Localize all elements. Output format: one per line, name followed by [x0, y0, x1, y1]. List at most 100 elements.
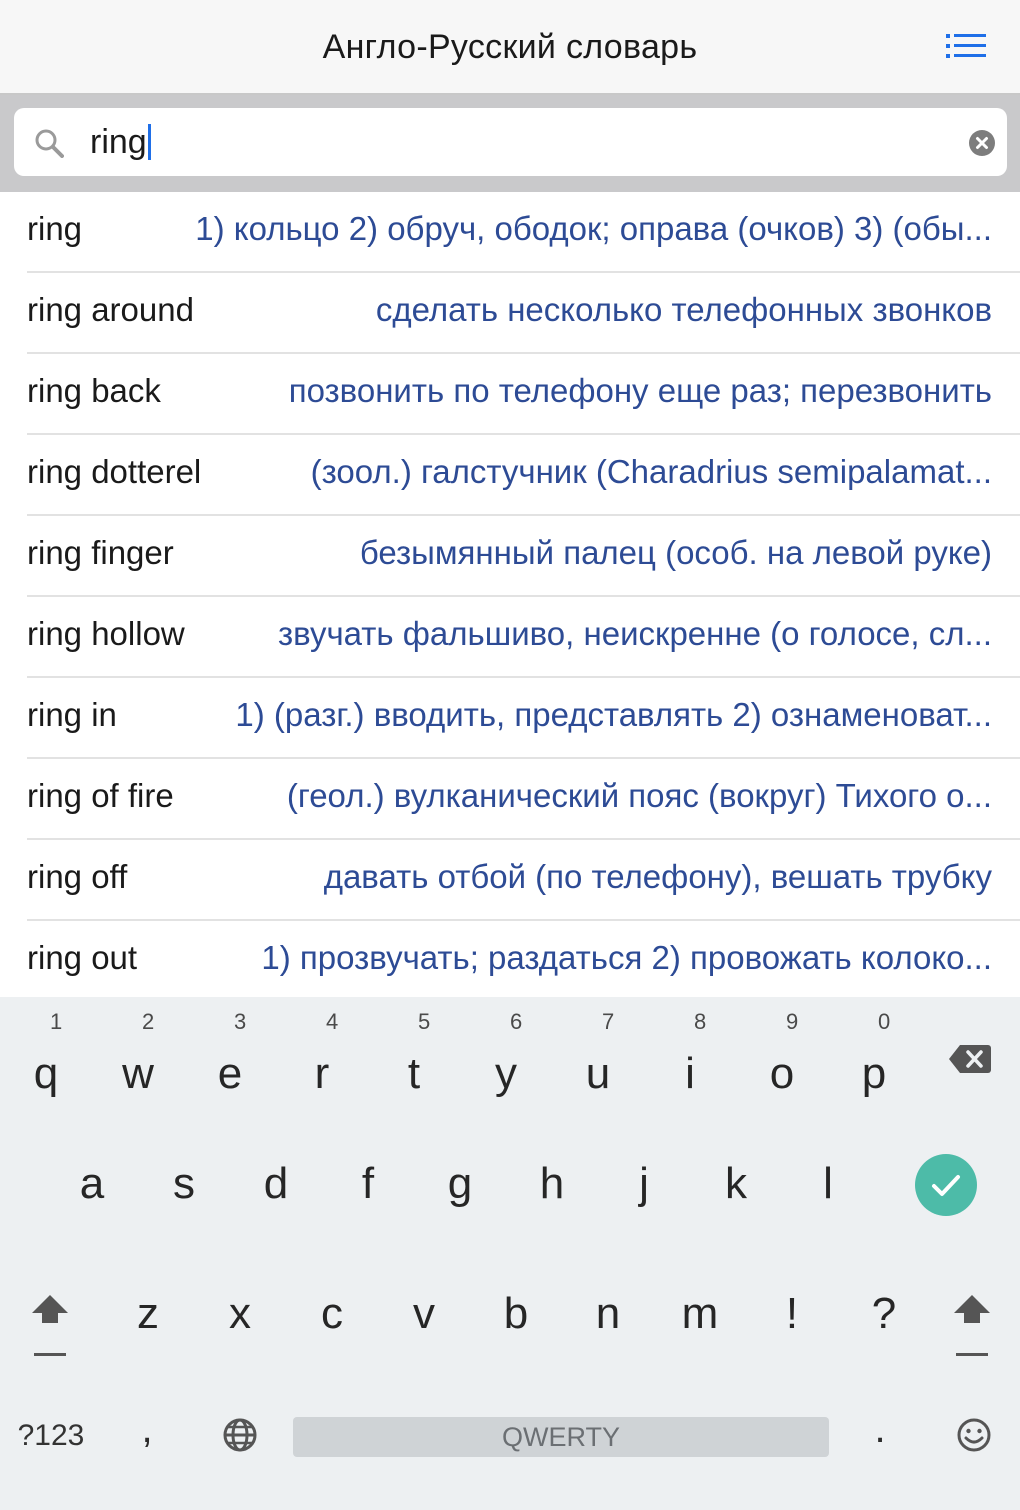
- key-label: s: [173, 1159, 195, 1208]
- list-item[interactable]: ring finger безымянный палец (особ. на л…: [0, 516, 1020, 597]
- key-k[interactable]: k: [690, 1159, 782, 1219]
- search-bar: ring: [0, 95, 1020, 192]
- key-b[interactable]: b: [470, 1289, 562, 1349]
- key-hint: 6: [510, 1009, 523, 1034]
- key-period[interactable]: .: [850, 1407, 910, 1467]
- key-m[interactable]: m: [654, 1289, 746, 1349]
- key-label: w: [122, 1049, 154, 1098]
- list-item[interactable]: ring dotterel (зоол.) галстучник (Charad…: [0, 435, 1020, 516]
- key-i[interactable]: 8i: [644, 1009, 736, 1109]
- search-input[interactable]: ring: [14, 108, 1007, 176]
- key-q[interactable]: 1q: [0, 1009, 92, 1109]
- key-e[interactable]: 3e: [184, 1009, 276, 1109]
- key-u[interactable]: 7u: [552, 1009, 644, 1109]
- key-label: l: [823, 1159, 833, 1208]
- key-r[interactable]: 4r: [276, 1009, 368, 1109]
- key-w[interactable]: 2w: [92, 1009, 184, 1109]
- key-y[interactable]: 6y: [460, 1009, 552, 1109]
- key-label: g: [447, 1159, 473, 1208]
- key-t[interactable]: 5t: [368, 1009, 460, 1109]
- shift-icon[interactable]: [932, 1287, 1012, 1367]
- symbols-key[interactable]: ?123: [6, 1419, 96, 1459]
- key-hint: 4: [326, 1009, 339, 1034]
- entry-word: ring finger: [27, 534, 174, 571]
- key-label: c: [321, 1289, 343, 1338]
- check-icon: [932, 1175, 960, 1196]
- enter-button[interactable]: [915, 1154, 977, 1216]
- entry-translation: 1) (разг.) вводить, представлять 2) озна…: [235, 696, 992, 733]
- key-hint: 5: [418, 1009, 431, 1034]
- key-label: y: [495, 1049, 517, 1098]
- key-c[interactable]: c: [286, 1289, 378, 1349]
- entry-translation: 1) прозвучать; раздаться 2) провожать ко…: [261, 939, 992, 976]
- app-header: Англо-Русский словарь: [0, 0, 1020, 95]
- key-exclamation[interactable]: !: [746, 1289, 838, 1349]
- key-label: t: [407, 1049, 421, 1098]
- key-j[interactable]: j: [598, 1159, 690, 1219]
- key-label: ?: [871, 1289, 897, 1338]
- key-label: !: [785, 1289, 799, 1338]
- key-comma[interactable]: ,: [112, 1407, 182, 1467]
- key-z[interactable]: z: [102, 1289, 194, 1349]
- entry-word: ring dotterel: [27, 453, 202, 490]
- entry-translation: позвонить по телефону еще раз; перезвони…: [288, 372, 992, 409]
- search-query[interactable]: ring: [90, 122, 151, 162]
- key-f[interactable]: f: [322, 1159, 414, 1219]
- search-icon: [34, 128, 64, 158]
- key-v[interactable]: v: [378, 1289, 470, 1349]
- list-item[interactable]: ring around сделать несколько телефонных…: [0, 273, 1020, 354]
- entry-translation: (зоол.) галстучник (Charadrius semipalam…: [310, 453, 992, 490]
- key-label: d: [263, 1159, 289, 1208]
- key-label: i: [685, 1049, 695, 1098]
- key-label: q: [33, 1049, 59, 1098]
- key-a[interactable]: a: [46, 1159, 138, 1219]
- key-p[interactable]: 0p: [828, 1009, 920, 1109]
- entry-word: ring around: [27, 291, 194, 328]
- key-n[interactable]: n: [562, 1289, 654, 1349]
- entry-translation: сделать несколько телефонных звонков: [375, 291, 992, 328]
- backspace-icon[interactable]: [930, 1037, 1010, 1087]
- entry-translation: звучать фальшиво, неискренне (о голосе, …: [278, 615, 992, 652]
- globe-icon[interactable]: [218, 1417, 262, 1457]
- emoji-icon[interactable]: [954, 1417, 994, 1457]
- key-label: j: [639, 1159, 649, 1208]
- entry-translation: безымянный палец (особ. на левой руке): [359, 534, 992, 571]
- key-hint: 0: [878, 1009, 891, 1034]
- key-l[interactable]: l: [782, 1159, 874, 1219]
- key-g[interactable]: g: [414, 1159, 506, 1219]
- key-x[interactable]: x: [194, 1289, 286, 1349]
- key-question[interactable]: ?: [838, 1289, 930, 1349]
- key-label: ,: [141, 1407, 153, 1451]
- key-o[interactable]: 9o: [736, 1009, 828, 1109]
- list-icon[interactable]: [944, 30, 988, 66]
- entry-translation: давать отбой (по телефону), вешать трубк…: [323, 858, 992, 895]
- key-label: v: [413, 1289, 435, 1338]
- key-s[interactable]: s: [138, 1159, 230, 1219]
- key-h[interactable]: h: [506, 1159, 598, 1219]
- clear-icon[interactable]: [969, 130, 995, 156]
- key-hint: 9: [786, 1009, 799, 1034]
- list-item[interactable]: ring of fire (геол.) вулканический пояс …: [0, 759, 1020, 840]
- entry-word: ring: [27, 210, 83, 247]
- entry-translation: 1) кольцо 2) обруч, ободок; оправа (очко…: [195, 210, 992, 247]
- space-bar[interactable]: QWERTY: [293, 1417, 829, 1457]
- list-item[interactable]: ring in 1) (разг.) вводить, представлять…: [0, 678, 1020, 759]
- list-item[interactable]: ring out 1) прозвучать; раздаться 2) про…: [0, 921, 1020, 997]
- entry-word: ring hollow: [27, 615, 185, 652]
- shift-icon[interactable]: [10, 1287, 90, 1367]
- key-label: b: [503, 1289, 529, 1338]
- key-label: m: [681, 1289, 719, 1338]
- key-label: e: [217, 1049, 243, 1098]
- list-item[interactable]: ring back позвонить по телефону еще раз;…: [0, 354, 1020, 435]
- list-item[interactable]: ring 1) кольцо 2) обруч, ободок; оправа …: [0, 192, 1020, 273]
- key-label: n: [595, 1289, 621, 1338]
- key-label: p: [861, 1049, 887, 1098]
- divider: [27, 271, 1020, 273]
- key-label: o: [769, 1049, 795, 1098]
- page-title: Англо-Русский словарь: [322, 28, 698, 66]
- key-label: .: [874, 1407, 886, 1451]
- list-item[interactable]: ring hollow звучать фальшиво, неискренне…: [0, 597, 1020, 678]
- entry-word: ring in: [27, 696, 117, 733]
- list-item[interactable]: ring off давать отбой (по телефону), веш…: [0, 840, 1020, 921]
- key-d[interactable]: d: [230, 1159, 322, 1219]
